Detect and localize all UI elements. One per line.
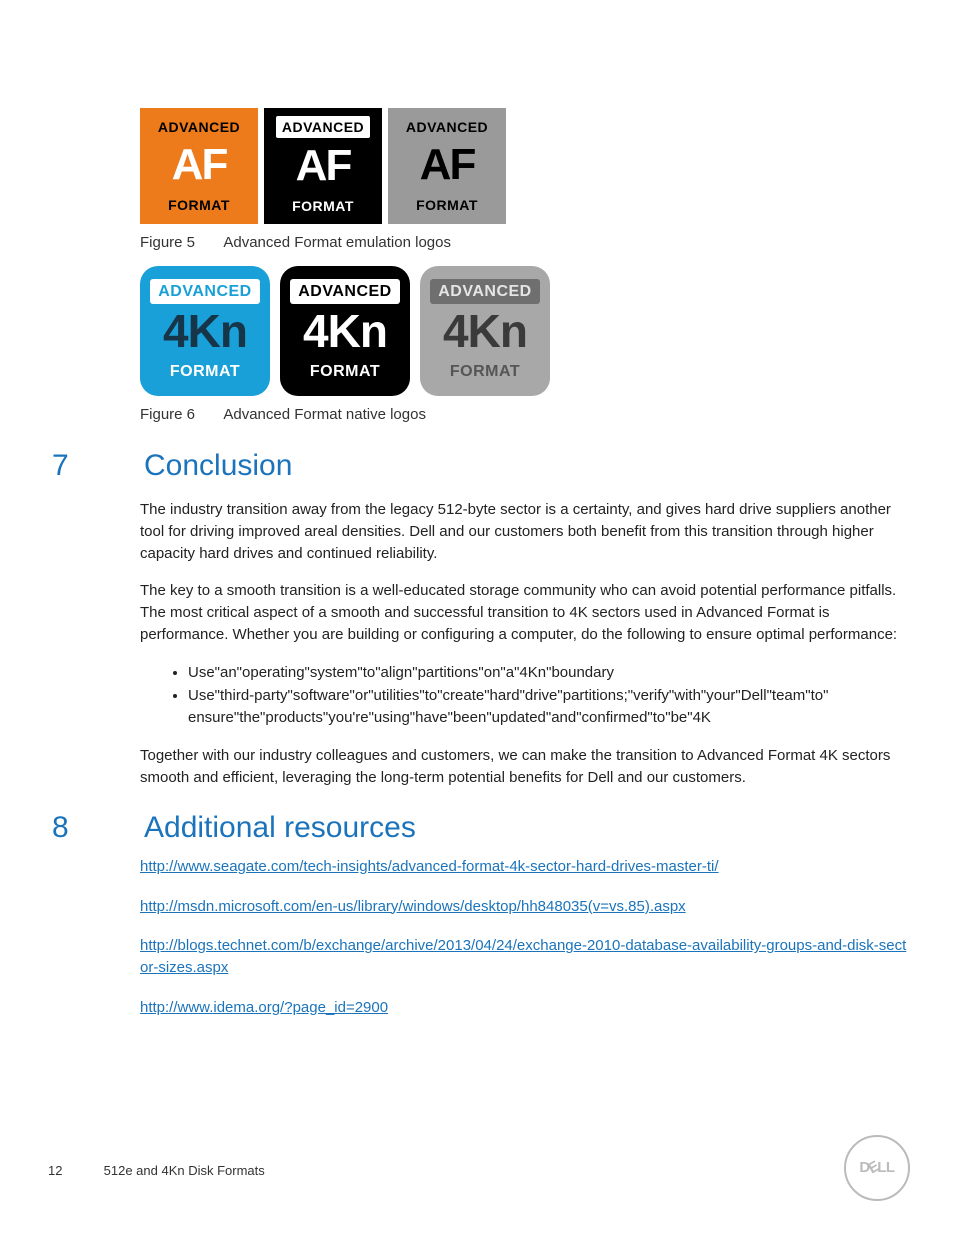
list-item: Use"an"operating"system"to"align"partiti… [188,662,910,684]
logo-text-top: ADVANCED [290,279,399,304]
logo-text-bot: FORMAT [416,195,478,215]
af-logo-black: ADVANCED AF FORMAT [264,108,382,224]
figure-label: Figure 6 [140,404,220,426]
resource-link-4: http://www.idema.org/?page_id=2900 [140,997,910,1019]
dell-l2: L [886,1157,895,1179]
section-7-para-3: Together with our industry colleagues an… [140,745,910,789]
kn-logo-black: ADVANCED 4Kn FORMAT [280,266,410,396]
logo-text-bot: FORMAT [170,360,240,383]
figure-label: Figure 5 [140,232,220,254]
link[interactable]: http://blogs.technet.com/b/exchange/arch… [140,937,906,976]
resource-link-2: http://msdn.microsoft.com/en-us/library/… [140,896,910,918]
logo-text-mid: 4Kn [303,308,387,354]
logo-text-bot: FORMAT [310,360,380,383]
logo-text-mid: 4Kn [163,308,247,354]
dell-logo-icon: DELL [844,1135,910,1201]
section-7-para-1: The industry transition away from the le… [140,499,910,564]
logo-text-bot: FORMAT [168,195,230,215]
af-logo-grey: ADVANCED AF FORMAT [388,108,506,224]
link[interactable]: http://www.seagate.com/tech-insights/adv… [140,858,719,875]
section-7-bullets: Use"an"operating"system"to"align"partiti… [140,662,910,729]
af-logo-row: ADVANCED AF FORMAT ADVANCED AF FORMAT AD… [140,108,910,224]
logo-text-mid: AF [172,143,227,187]
logo-text-bot: FORMAT [450,360,520,383]
section-number: 8 [48,806,144,850]
link[interactable]: http://msdn.microsoft.com/en-us/library/… [140,898,686,915]
link[interactable]: http://www.idema.org/?page_id=2900 [140,999,388,1016]
section-8-heading: 8 Additional resources [48,806,910,850]
resource-link-3: http://blogs.technet.com/b/exchange/arch… [140,935,910,979]
logo-text-top: ADVANCED [158,117,240,137]
section-7-heading: 7 Conclusion [48,444,910,488]
logo-text-mid: AF [420,143,475,187]
resource-link-1: http://www.seagate.com/tech-insights/adv… [140,856,910,878]
logo-text-top: ADVANCED [406,117,488,137]
page-number: 12 [48,1162,100,1181]
kn-logo-row: ADVANCED 4Kn FORMAT ADVANCED 4Kn FORMAT … [140,266,910,396]
figure-caption-text: Advanced Format native logos [223,406,426,423]
section-title: Additional resources [144,806,416,850]
logo-text-bot: FORMAT [292,196,354,216]
section-number: 7 [48,444,144,488]
section-7-para-2: The key to a smooth transition is a well… [140,580,910,645]
logo-text-top: ADVANCED [430,279,539,304]
list-item: Use"third-party"software"or"utilities"to… [188,685,910,729]
logo-text-mid: 4Kn [443,308,527,354]
footer-title: 512e and 4Kn Disk Formats [104,1163,265,1178]
logo-text-top: ADVANCED [150,279,259,304]
figure-caption-text: Advanced Format emulation logos [223,234,451,251]
af-logo-orange: ADVANCED AF FORMAT [140,108,258,224]
figure-6-caption: Figure 6 Advanced Format native logos [140,404,910,426]
logo-text-top: ADVANCED [276,116,370,138]
logo-text-mid: AF [296,144,351,188]
page-footer: 12 512e and 4Kn Disk Formats [48,1162,265,1181]
figure-5-caption: Figure 5 Advanced Format emulation logos [140,232,910,254]
section-title: Conclusion [144,444,292,488]
kn-logo-blue: ADVANCED 4Kn FORMAT [140,266,270,396]
kn-logo-grey: ADVANCED 4Kn FORMAT [420,266,550,396]
